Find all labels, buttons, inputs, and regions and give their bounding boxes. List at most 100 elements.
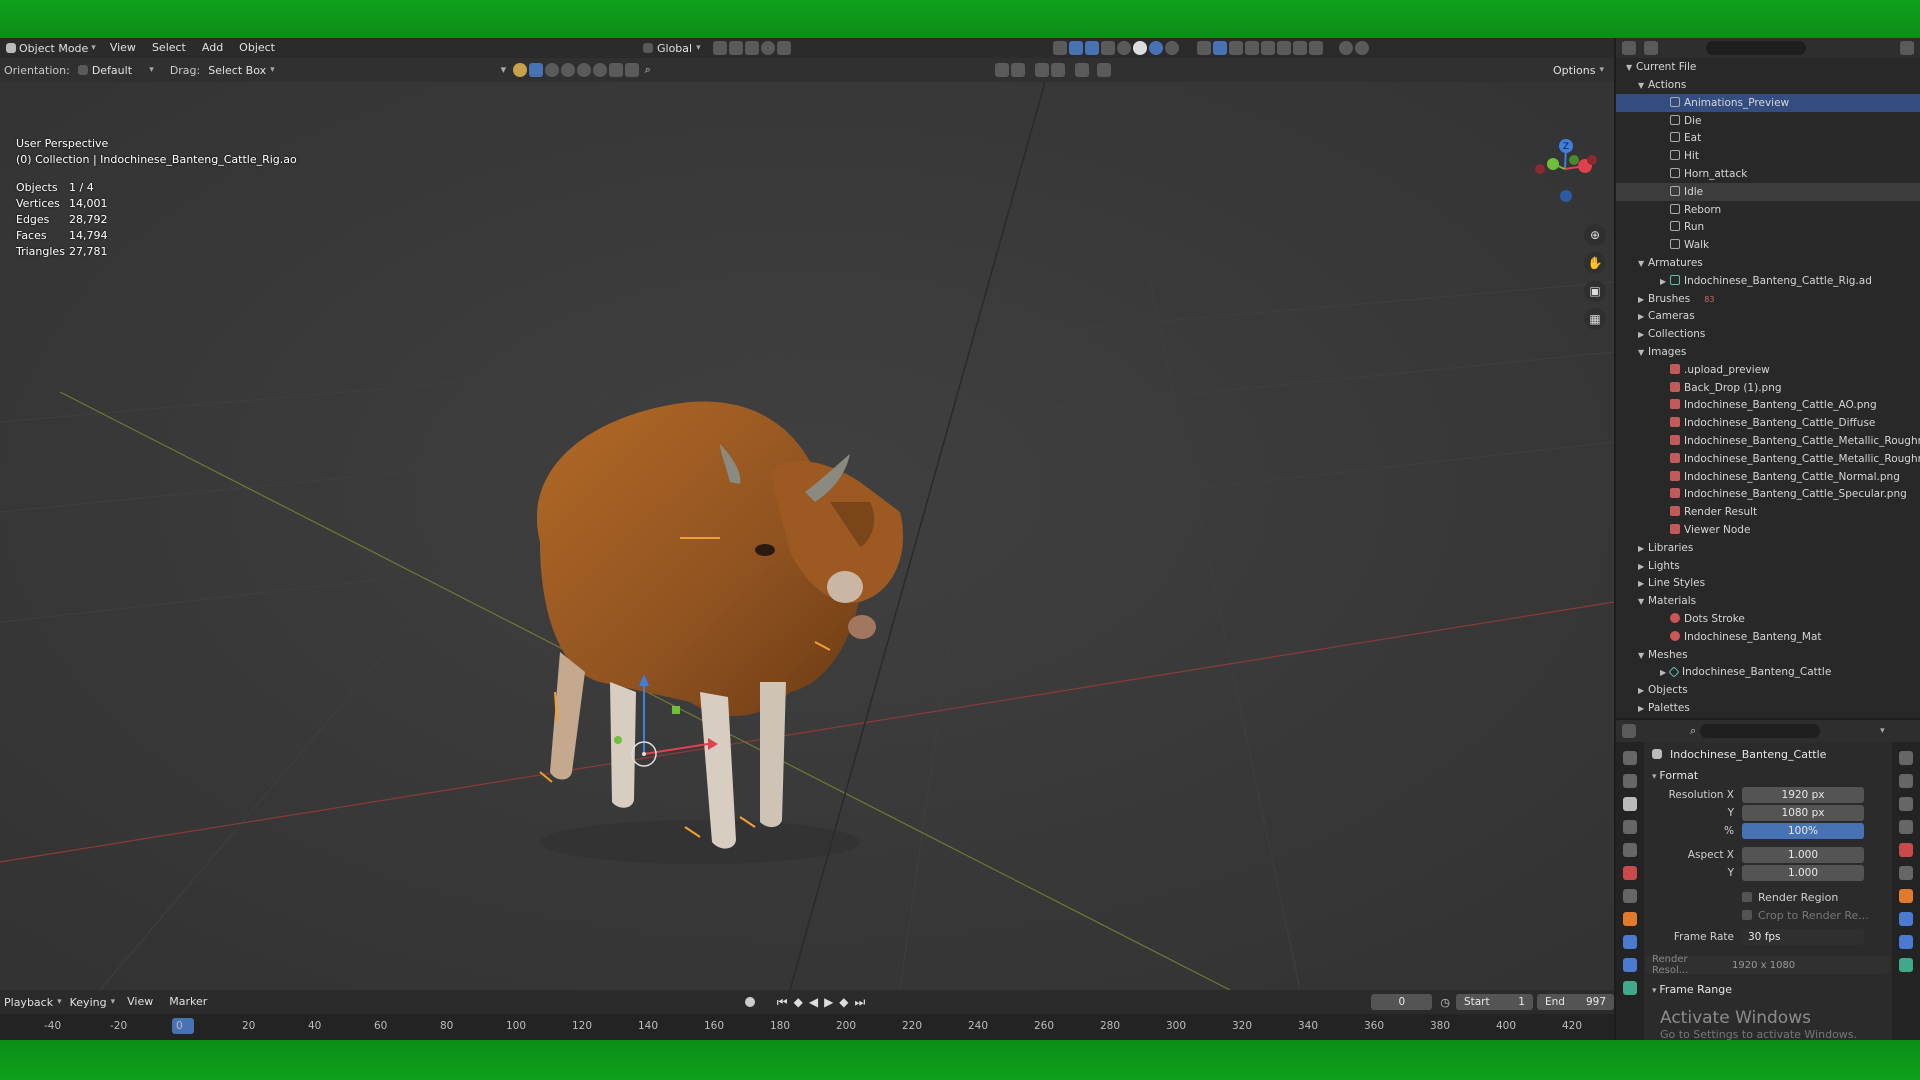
layout-icon[interactable] [1050, 63, 1065, 77]
outliner-category[interactable]: ▼ Meshes [1616, 646, 1920, 664]
outliner-item[interactable]: Indochinese_Banteng_Mat [1616, 628, 1920, 646]
chevron-down-icon[interactable]: ▾ [1880, 726, 1885, 736]
outliner-item[interactable]: ▶ Indochinese_Banteng_Cattle [1616, 663, 1920, 681]
collapse-icon[interactable]: ▶ [1638, 700, 1648, 717]
restrict-icon[interactable] [1244, 41, 1259, 55]
filter-icon[interactable] [1074, 63, 1089, 77]
record-icon[interactable] [1354, 41, 1369, 55]
play-reverse-icon[interactable]: ◀ [809, 995, 818, 1009]
solid-shading-icon[interactable] [1132, 41, 1147, 55]
search-icon[interactable]: ⌕ [1690, 724, 1696, 738]
outliner-category[interactable]: ▶ Palettes [1616, 699, 1920, 717]
xray-icon[interactable] [1100, 41, 1115, 55]
mode-selector[interactable]: Object Mode ▾ [0, 39, 102, 57]
view-layer-tab-icon[interactable] [1623, 820, 1637, 834]
jump-end-icon[interactable]: ⏭ [855, 995, 866, 1010]
outliner-category[interactable]: ▶ Objects [1616, 681, 1920, 699]
gizmo-icon[interactable] [1068, 41, 1083, 55]
snap-target-icon[interactable] [744, 41, 759, 55]
menu-add[interactable]: Add [194, 39, 231, 57]
restrict-icon[interactable] [1292, 41, 1307, 55]
outliner-category[interactable]: ▶ Brushes 83 [1616, 290, 1920, 308]
collapse-icon[interactable]: ▶ [1638, 326, 1648, 343]
collapse-icon[interactable]: ▶ [1660, 273, 1670, 290]
hide-icon[interactable] [1196, 41, 1211, 55]
properties-search-input[interactable] [1700, 724, 1821, 738]
record-icon[interactable] [1338, 41, 1353, 55]
outliner-item[interactable]: Indochinese_Banteng_Cattle_Normal.png [1616, 468, 1920, 486]
timeline-view-menu[interactable]: View [119, 993, 161, 1011]
outliner-category[interactable]: ▼ Materials [1616, 592, 1920, 610]
orientation-dropdown[interactable]: Default ▾ [74, 64, 158, 77]
overlay-icon[interactable] [1084, 41, 1099, 55]
frame-range-panel-header[interactable]: ▾ Frame Range [1646, 980, 1890, 1000]
select-mode-icon[interactable] [528, 63, 543, 77]
expand-icon[interactable]: ▼ [1638, 255, 1648, 272]
outliner-item[interactable]: Run [1616, 218, 1920, 236]
outliner-category[interactable]: ▼ Armatures [1616, 254, 1920, 272]
pivot-icon[interactable] [712, 41, 727, 55]
display-mode-icon[interactable] [1644, 41, 1658, 55]
tool-tab-icon[interactable] [1899, 751, 1913, 765]
outliner-item[interactable]: Indochinese_Banteng_Cattle_AO.png [1616, 396, 1920, 414]
sphere-icon[interactable] [592, 63, 607, 77]
world-tab-icon[interactable] [1899, 843, 1913, 857]
expand-icon[interactable]: ▼ [1638, 344, 1648, 361]
play-icon[interactable]: ▶ [824, 995, 833, 1009]
modifier-tab-icon[interactable] [1899, 912, 1913, 926]
physics-tab-icon[interactable] [1899, 935, 1913, 949]
outliner-item[interactable]: Eat [1616, 129, 1920, 147]
outliner-root[interactable]: ▼ Current File [1616, 58, 1920, 76]
object-tab-icon[interactable] [1623, 912, 1637, 926]
outliner-category[interactable]: ▼ Actions [1616, 76, 1920, 94]
outliner-item[interactable]: Dots Stroke [1616, 610, 1920, 628]
expand-icon[interactable]: ▼ [1638, 593, 1648, 610]
expand-icon[interactable]: ▼ [1638, 647, 1648, 664]
tool-tab-icon[interactable] [1623, 751, 1637, 765]
world-tab-icon[interactable] [1623, 866, 1637, 880]
restrict-icon[interactable] [1276, 41, 1291, 55]
frame-rate-row[interactable]: Frame Rate 30 fps [1646, 928, 1890, 946]
outliner-item[interactable]: Indochinese_Banteng_Cattle_Metallic_Roug… [1616, 432, 1920, 450]
transform-orientation-dropdown[interactable]: Global ▾ [639, 42, 705, 55]
outliner-category[interactable]: ▶ Cameras [1616, 307, 1920, 325]
property-value-field[interactable]: 100% [1742, 823, 1864, 839]
outliner-item[interactable]: Walk [1616, 236, 1920, 254]
outliner-search-input[interactable] [1706, 41, 1806, 55]
proportional-edit-icon[interactable] [760, 41, 775, 55]
zoom-icon[interactable]: ⊕ [1584, 224, 1606, 246]
outliner-category[interactable]: ▶ Collections [1616, 325, 1920, 343]
render-region-checkbox[interactable] [1742, 891, 1752, 902]
layer-icon[interactable] [624, 63, 639, 77]
outliner-item[interactable]: Render Result [1616, 503, 1920, 521]
menu-view[interactable]: View [102, 39, 144, 57]
physics-tab-icon[interactable] [1623, 958, 1637, 972]
data-tab-icon[interactable] [1623, 981, 1637, 995]
outliner-item[interactable]: Indochinese_Banteng_Cattle_Diffuse [1616, 414, 1920, 432]
restrict-icon[interactable] [1308, 41, 1323, 55]
color-icon[interactable] [512, 63, 527, 77]
ortho-grid-icon[interactable]: ▦ [1584, 308, 1606, 330]
outliner-item[interactable]: Hit [1616, 147, 1920, 165]
layer-icon[interactable] [608, 63, 623, 77]
frame-rate-dropdown[interactable]: 30 fps [1742, 929, 1864, 945]
camera-view-icon[interactable]: ▣ [1584, 280, 1606, 302]
restrict-icon[interactable] [1228, 41, 1243, 55]
view-layer-tab-icon[interactable] [1899, 820, 1913, 834]
navigation-gizmo[interactable]: Z [1530, 134, 1600, 204]
data-tab-icon[interactable] [1899, 958, 1913, 972]
property-value-field[interactable]: 1.000 [1742, 847, 1864, 863]
property-value-field[interactable]: 1920 px [1742, 787, 1864, 803]
outliner-item[interactable]: Indochinese_Banteng_Cattle_Specular.png [1616, 485, 1920, 503]
output-tab-icon[interactable] [1623, 797, 1637, 811]
search-icon[interactable]: ⌕ [645, 63, 651, 77]
material-shading-icon[interactable] [1148, 41, 1163, 55]
collapse-icon[interactable]: ▶ [1638, 291, 1648, 308]
filter-icon[interactable] [1900, 41, 1914, 55]
scene-tab-icon[interactable] [1623, 843, 1637, 857]
drag-dropdown[interactable]: Select Box ▾ [204, 64, 278, 77]
expand-icon[interactable]: ▼ [1626, 59, 1636, 76]
search-field[interactable] [653, 63, 993, 77]
collapse-icon[interactable]: ▶ [1638, 558, 1648, 575]
select-restrict-icon[interactable] [1212, 41, 1227, 55]
